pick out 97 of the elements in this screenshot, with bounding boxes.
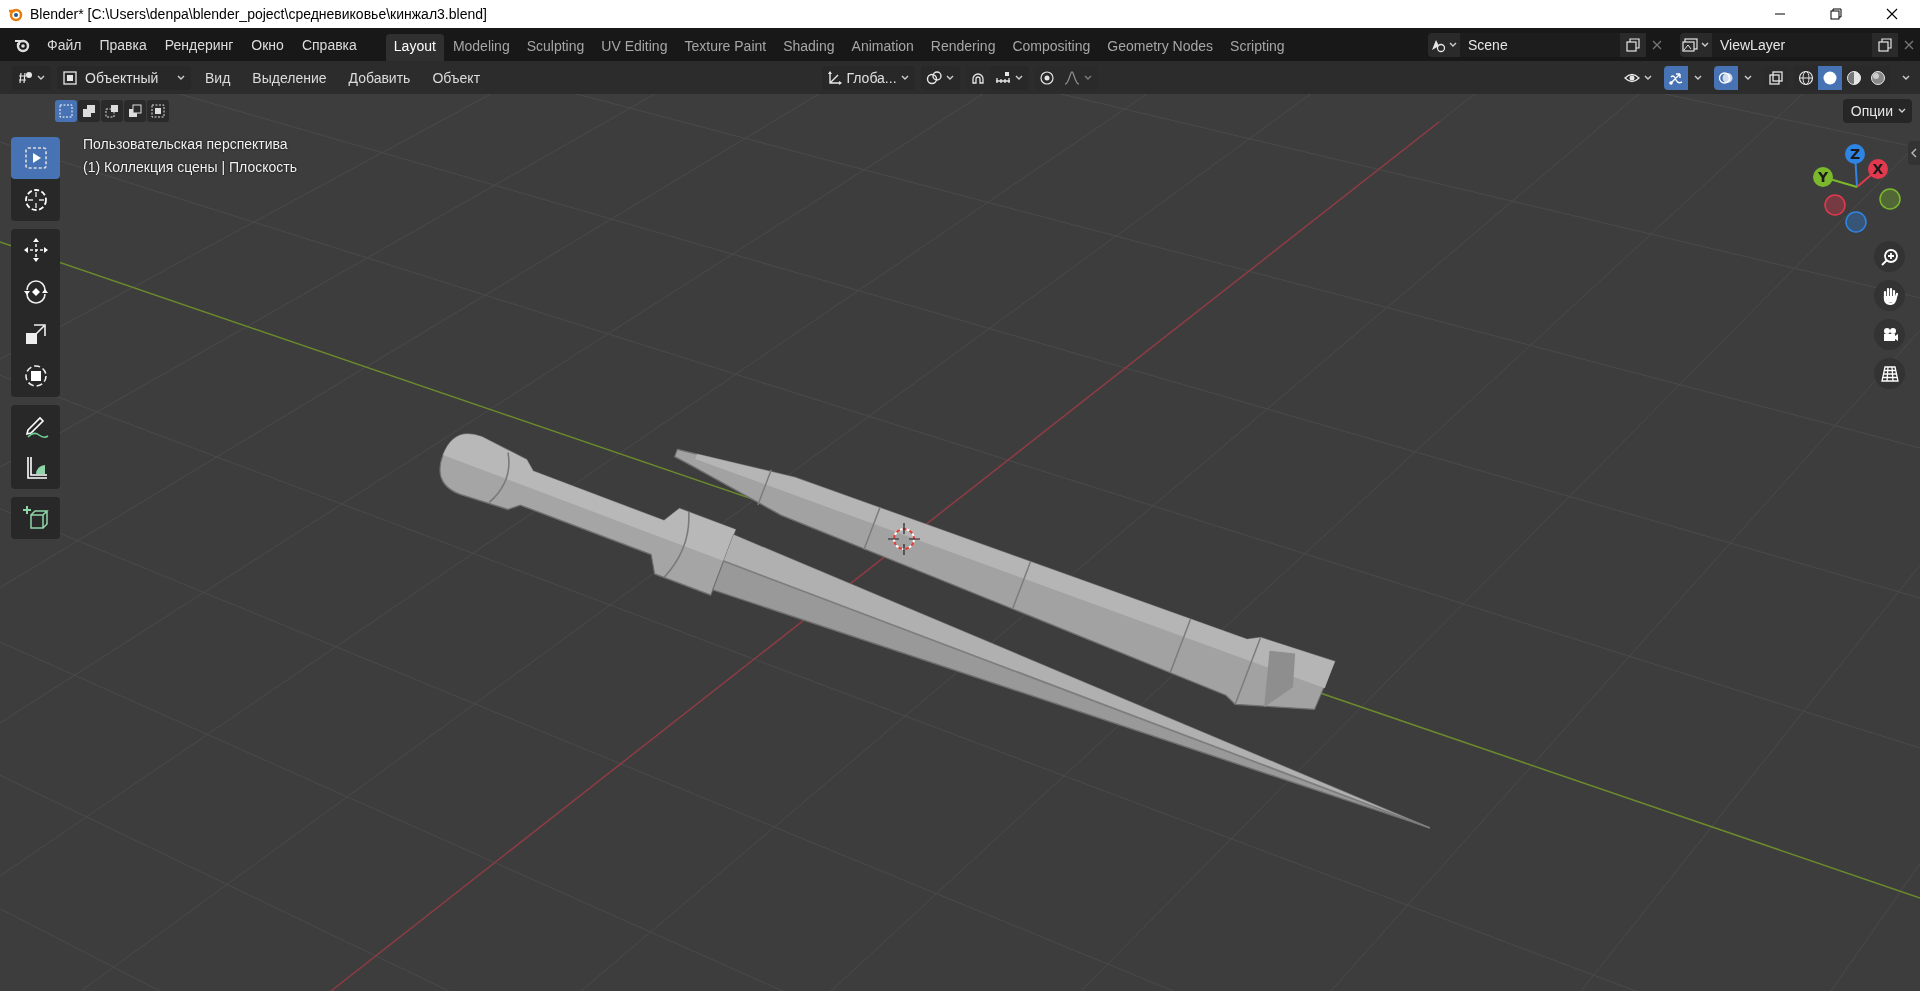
axis-label: Y (1817, 169, 1829, 185)
camera-button[interactable] (1874, 319, 1905, 350)
zoom-button[interactable] (1874, 241, 1905, 272)
select-mode-button[interactable] (124, 99, 146, 122)
workspace-tab[interactable]: Modeling (444, 34, 518, 61)
axis-dot[interactable] (1879, 188, 1901, 210)
close-icon (1885, 7, 1899, 21)
editor-icon (17, 69, 33, 86)
axis-label: Z (1849, 146, 1861, 162)
sidebar-toggle[interactable] (1908, 141, 1920, 165)
workspace-tab[interactable]: Scripting (1222, 34, 1293, 61)
object-mode-icon (62, 69, 78, 86)
workspace-tab[interactable]: Animation (843, 34, 922, 61)
app-logo-icon (8, 6, 24, 22)
options-dropdown[interactable]: Опции (1842, 98, 1912, 123)
orientation-dropdown[interactable]: Глоба... (822, 65, 915, 90)
caret-icon (36, 73, 46, 82)
caret-icon (1013, 73, 1024, 82)
editor-type-button[interactable] (12, 65, 51, 90)
caret-icon (1643, 73, 1653, 82)
curve-icon (1063, 69, 1080, 86)
menu-item[interactable]: Объект (424, 69, 489, 86)
pivot-icon (925, 69, 942, 86)
overlay-icon (1718, 69, 1734, 86)
workspace-tab[interactable]: Layout (385, 34, 444, 61)
workspace-tab[interactable]: UV Editing (593, 34, 676, 61)
menu-item[interactable]: Выделение (244, 69, 335, 86)
view-name-label: Пользовательская перспектива (83, 135, 289, 154)
select-mode-button[interactable] (101, 99, 123, 122)
caret-icon (1700, 40, 1710, 49)
cursor-3d-icon (887, 522, 921, 556)
select-mode-icon (58, 102, 74, 119)
menu-item[interactable]: Добавить (340, 69, 419, 86)
caret-icon (1901, 73, 1911, 82)
select-mode-icon (81, 102, 97, 119)
select-mode-icon (150, 102, 166, 119)
workspace-tab[interactable]: Rendering (922, 34, 1004, 61)
axis-label: X (1872, 161, 1884, 177)
mode-dropdown[interactable]: Объектный (57, 65, 191, 90)
caret-icon (176, 73, 186, 82)
caret-icon (944, 73, 955, 82)
menu-item[interactable]: Окно (242, 32, 293, 57)
workspace-tab[interactable]: Geometry Nodes (1099, 34, 1222, 61)
menu-item[interactable]: Правка (90, 32, 156, 57)
restore-icon (1829, 7, 1843, 21)
collection-label: (1) Коллекция сцены | Плоскость (83, 158, 297, 177)
menu-item[interactable]: Справка (292, 32, 366, 57)
rotate-icon (21, 278, 50, 306)
workspace-tab[interactable]: Sculpting (518, 34, 593, 61)
increment-icon (994, 69, 1011, 86)
select-mode-icon (104, 102, 120, 119)
select-mode-button[interactable] (78, 99, 100, 122)
select-mode-button[interactable] (147, 99, 169, 122)
caret-icon (1693, 73, 1703, 82)
scene-button[interactable] (1428, 32, 1460, 57)
caret-icon (1743, 73, 1753, 82)
menu-item[interactable]: Файл (38, 32, 91, 57)
shading-button[interactable] (1818, 65, 1842, 90)
image-icon (1682, 36, 1698, 53)
caret-icon (1897, 106, 1907, 115)
workspace-tab[interactable]: Compositing (1004, 34, 1099, 61)
axis-dot[interactable] (1824, 194, 1846, 216)
rendered-sphere-icon (1870, 69, 1886, 86)
workspace-tab[interactable]: Texture Paint (676, 34, 775, 61)
view-layer-field[interactable]: ViewLayer (1712, 32, 1872, 57)
copy-button[interactable] (1872, 32, 1898, 57)
menu-item[interactable]: Рендеринг (155, 32, 243, 57)
select-mode-button[interactable] (55, 99, 77, 122)
solid-sphere-icon (1822, 69, 1838, 86)
copy-icon (1877, 36, 1893, 53)
select-mode-icon (127, 102, 143, 119)
chevron-icon (1909, 147, 1919, 159)
pivot-button[interactable] (920, 65, 960, 90)
caret-icon (1448, 40, 1458, 49)
projection-button[interactable] (1874, 358, 1905, 389)
caret-icon (1082, 73, 1093, 82)
grid-icon (1880, 364, 1899, 383)
magnifier-icon (1880, 247, 1899, 266)
menu-item[interactable]: Вид (197, 69, 239, 86)
image-button[interactable] (1680, 32, 1712, 57)
wireframe-sphere-icon (1798, 69, 1814, 86)
caret-icon (899, 73, 910, 82)
workspace-tab[interactable]: Shading (775, 34, 843, 61)
scene-field[interactable]: Scene (1460, 32, 1620, 57)
snap-target-button[interactable] (989, 65, 1029, 90)
gizmo-toggle[interactable] (1664, 65, 1688, 90)
axis-dot[interactable] (1845, 211, 1867, 233)
add-cube-icon (21, 504, 50, 532)
window-title: Blender* [C:\Users\denpa\blender_poject\средневиковье\кинжал3.blend] (30, 6, 487, 22)
material-sphere-icon (1846, 69, 1862, 86)
axes-icon (827, 69, 844, 86)
copy-button[interactable] (1620, 32, 1646, 57)
copy-icon (1625, 36, 1641, 53)
pan-button[interactable] (1874, 280, 1905, 311)
overlay-toggle[interactable] (1714, 65, 1738, 90)
xray-icon (1768, 69, 1784, 86)
proportional-icon (1038, 69, 1055, 86)
